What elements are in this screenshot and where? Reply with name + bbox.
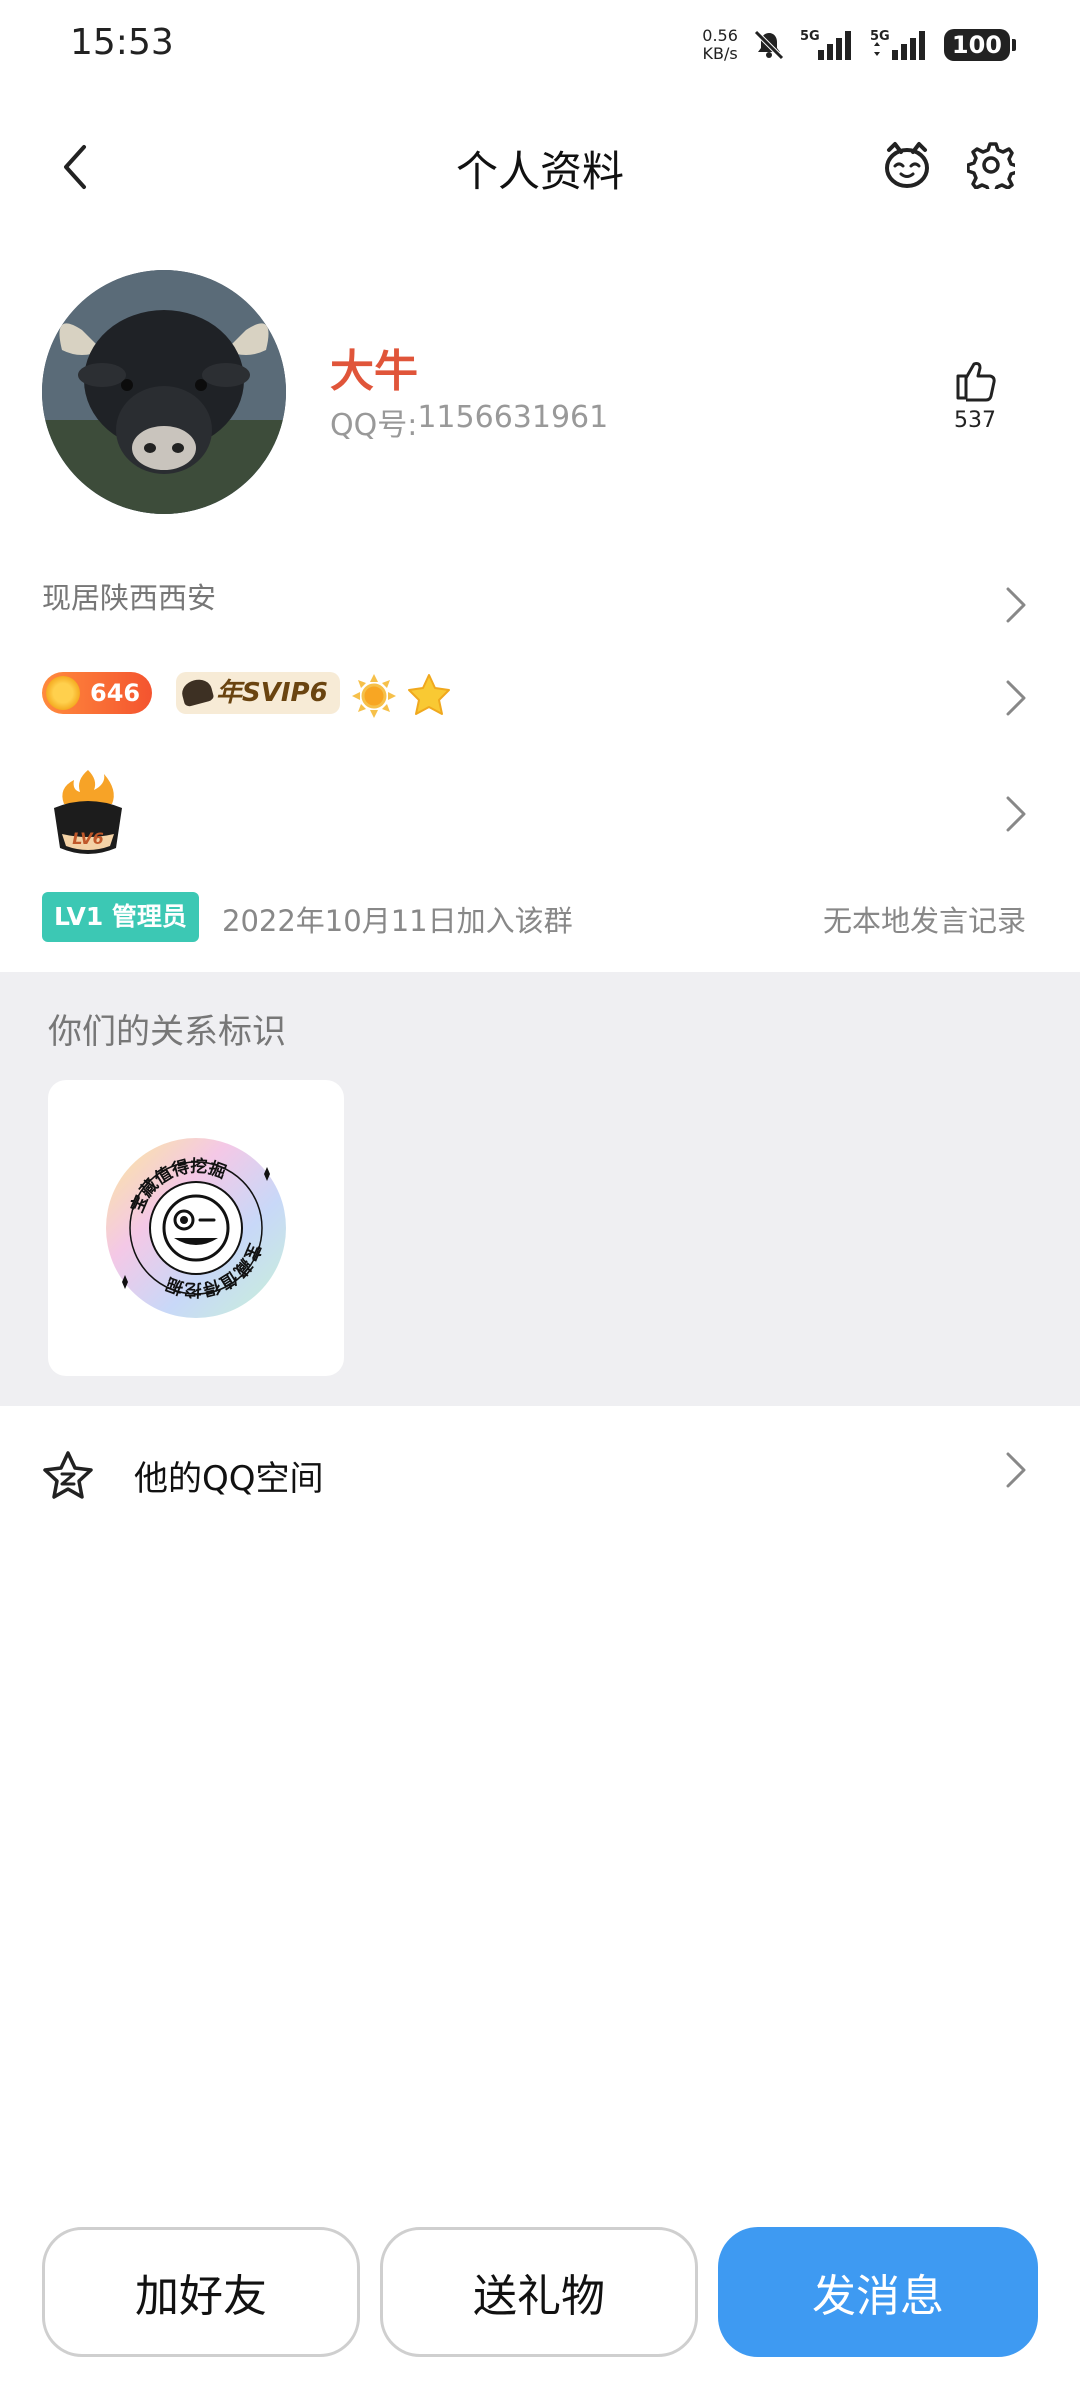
send-gift-button[interactable]: 送礼物	[380, 2227, 698, 2357]
network-1-label: 5G	[800, 29, 820, 44]
qzone-label: 他的QQ空间	[134, 1459, 324, 1499]
bell-muted-icon	[754, 30, 784, 60]
battery-icon: 100	[943, 29, 1017, 61]
send-message-button[interactable]: 发消息	[718, 2227, 1038, 2357]
pet-button[interactable]	[872, 130, 942, 200]
gear-icon	[967, 142, 1015, 189]
qq-number-label: QQ号:	[330, 408, 418, 443]
qq-number-value: 1156631961	[417, 400, 609, 435]
hat-icon	[179, 676, 215, 708]
qzone-row[interactable]: 他的QQ空间	[0, 1406, 1080, 1536]
svip-label: 年SVIP6	[216, 678, 328, 708]
chevron-right-icon	[1006, 796, 1026, 832]
status-bar: 15:53 0.56 KB/s 5G 5G 100	[0, 0, 1080, 92]
star-icon	[408, 674, 450, 715]
pet-face-icon	[885, 142, 929, 188]
thumbs-up-icon	[956, 362, 996, 402]
like-count: 537	[954, 408, 996, 433]
nickname: 大牛	[330, 346, 418, 397]
member-level-row[interactable]: LV6	[0, 760, 1080, 870]
coin-icon	[46, 676, 80, 710]
relation-section: 你们的关系标识 宝藏值得挖掘 宝藏值得挖掘	[0, 972, 1080, 1406]
relation-card[interactable]: 宝藏值得挖掘 宝藏值得挖掘	[48, 1080, 344, 1376]
join-date-text: 2022年10月11日加入该群	[222, 904, 573, 938]
network-2-label: 5G	[870, 29, 890, 44]
signal-5g-icon: 5G	[800, 29, 851, 60]
add-friend-button[interactable]: 加好友	[42, 2227, 360, 2357]
sun-icon	[352, 674, 396, 718]
location-row[interactable]: 现居陕西西安	[0, 565, 1080, 645]
bull-avatar-image	[42, 270, 286, 514]
chevron-right-icon	[1006, 1452, 1026, 1488]
chevron-right-icon	[1006, 680, 1026, 716]
signal-5g-icon-2: 5G	[870, 29, 925, 60]
settings-button[interactable]	[956, 130, 1026, 200]
admin-badge: LV1 管理员	[42, 892, 199, 942]
header: 个人资料	[0, 112, 1080, 222]
location-text: 现居陕西西安	[42, 581, 217, 615]
qq-level-value: 646	[90, 679, 141, 707]
treasure-relation-badge: 宝藏值得挖掘 宝藏值得挖掘	[106, 1138, 286, 1318]
relation-title: 你们的关系标识	[48, 1012, 286, 1052]
status-icons: 0.56 KB/s 5G 5G 100	[702, 20, 1017, 70]
badge-row[interactable]: 646 年SVIP6	[0, 662, 1080, 734]
lv6-flame-badge-icon: LV6	[54, 770, 122, 854]
net-speed-unit: KB/s	[702, 44, 738, 63]
chevron-right-icon	[1006, 587, 1026, 623]
net-speed: 0.56 KB/s	[702, 27, 738, 63]
svip-badge: 年SVIP6	[176, 672, 340, 714]
lv-label: LV6	[72, 829, 104, 848]
like-button[interactable]: 537	[930, 356, 1020, 433]
qq-level-badge: 646	[42, 672, 153, 714]
qq-number: QQ号: 1156631961	[330, 400, 608, 444]
speak-record-text[interactable]: 无本地发言记录	[823, 898, 1026, 940]
group-info-row: LV1 管理员 2022年10月11日加入该群 无本地发言记录	[0, 886, 1080, 946]
avatar[interactable]	[42, 270, 286, 514]
status-time: 15:53	[70, 22, 174, 63]
qzone-star-icon	[43, 1451, 93, 1499]
net-speed-value: 0.56	[702, 26, 738, 45]
